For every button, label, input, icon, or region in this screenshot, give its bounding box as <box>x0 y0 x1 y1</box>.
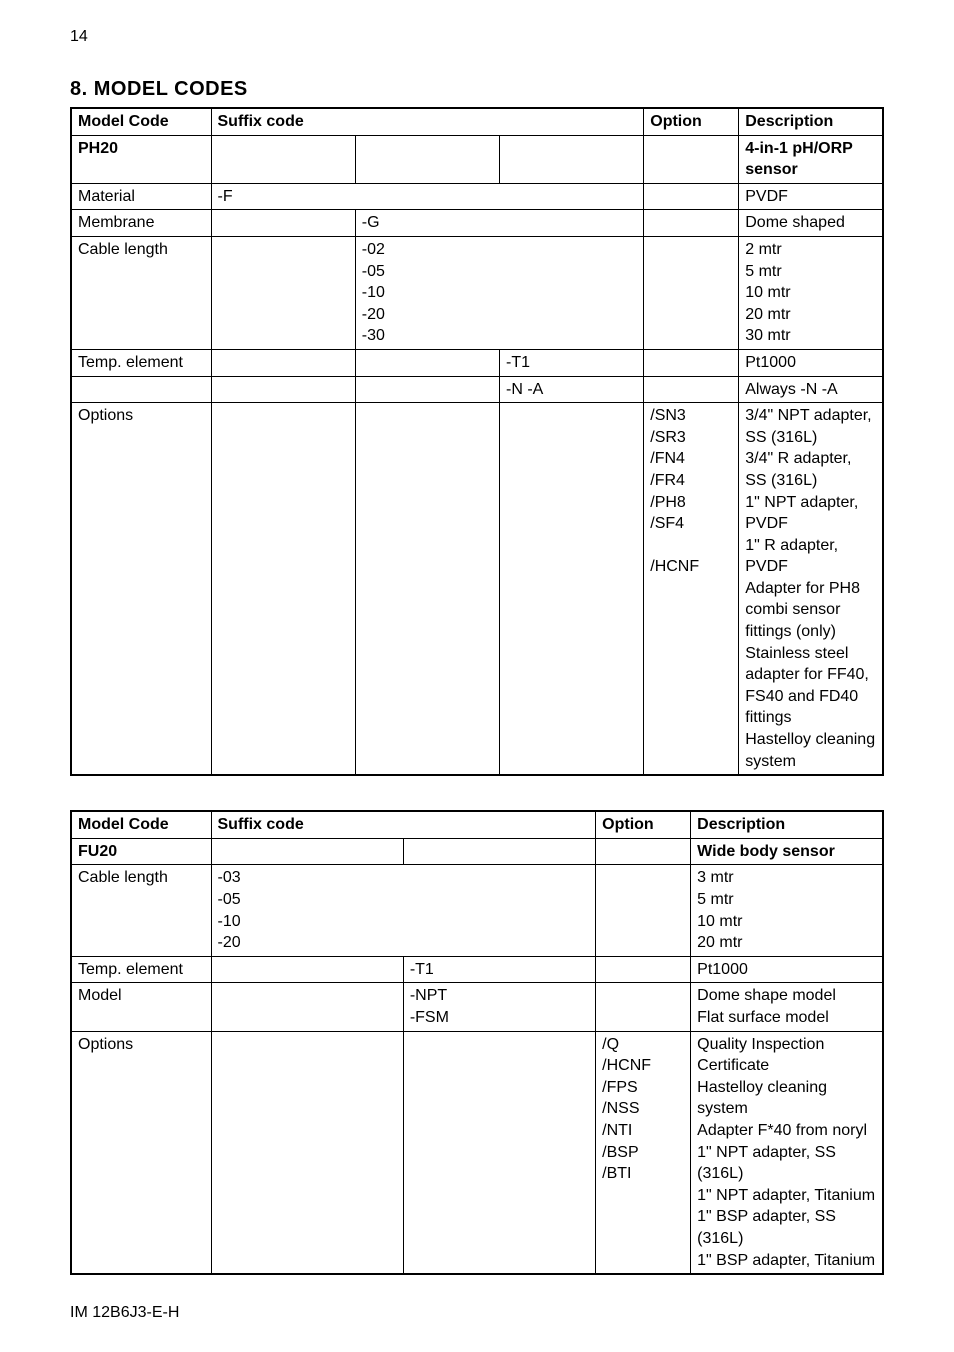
cell-empty <box>500 135 644 183</box>
cell-desc: 3/4" NPT adapter, SS (316L) 3/4" R adapt… <box>739 403 883 776</box>
header-option: Option <box>644 108 739 135</box>
row-temp: Temp. element -T1 Pt1000 <box>71 349 883 376</box>
cell-empty <box>211 1031 403 1274</box>
cell-label: Membrane <box>71 210 211 237</box>
section-title: 8. MODEL CODES <box>70 78 884 101</box>
row-na: -N -A Always -N -A <box>71 376 883 403</box>
cell-empty <box>644 135 739 183</box>
cell-empty <box>596 838 691 865</box>
cell-empty <box>211 983 403 1031</box>
footer: IM 12B6J3-E-H <box>70 1304 179 1322</box>
cell-empty <box>355 376 499 403</box>
cell-suffix: -NPT -FSM <box>403 983 595 1031</box>
cell-empty <box>644 349 739 376</box>
cell-empty <box>403 838 595 865</box>
cell-desc: Dome shape model Flat surface model <box>691 983 883 1031</box>
cell-desc: 3 mtr 5 mtr 10 mtr 20 mtr <box>691 865 883 956</box>
row-cable: Cable length -02 -05 -10 -20 -30 2 mtr 5… <box>71 236 883 349</box>
cell-empty <box>211 135 355 183</box>
cell-empty <box>596 956 691 983</box>
cell-suffix: -03 -05 -10 -20 <box>211 865 596 956</box>
row-options: Options /Q /HCNF /FPS /NSS /NTI /BSP /BT… <box>71 1031 883 1274</box>
row-ph20: PH20 4-in-1 pH/ORP sensor <box>71 135 883 183</box>
cell-empty <box>596 983 691 1031</box>
cell-empty <box>644 210 739 237</box>
header-option: Option <box>596 811 691 838</box>
cell-desc: Pt1000 <box>739 349 883 376</box>
cell-empty <box>71 376 211 403</box>
cell-empty <box>500 403 644 776</box>
header-description: Description <box>691 811 883 838</box>
header-model-code: Model Code <box>71 811 211 838</box>
page-number: 14 <box>70 28 88 46</box>
model-codes-table-fu20: Model Code Suffix code Option Descriptio… <box>70 810 884 1275</box>
cell-empty <box>644 376 739 403</box>
row-options: Options /SN3 /SR3 /FN4 /FR4 /PH8 /SF4 /H… <box>71 403 883 776</box>
cell-label: Temp. element <box>71 349 211 376</box>
header-suffix-code: Suffix code <box>211 108 644 135</box>
cell-empty <box>211 236 355 349</box>
cell-desc: PVDF <box>739 183 883 210</box>
cell-empty <box>211 349 355 376</box>
cell-suffix: -T1 <box>500 349 644 376</box>
cell-desc: Pt1000 <box>691 956 883 983</box>
cell-suffix: -T1 <box>403 956 595 983</box>
row-material: Material -F PVDF <box>71 183 883 210</box>
model-codes-table-ph20: Model Code Suffix code Option Descriptio… <box>70 107 884 776</box>
row-temp: Temp. element -T1 Pt1000 <box>71 956 883 983</box>
cell-empty <box>211 210 355 237</box>
cell-code: FU20 <box>71 838 211 865</box>
cell-desc: 2 mtr 5 mtr 10 mtr 20 mtr 30 mtr <box>739 236 883 349</box>
cell-suffix: -N -A <box>500 376 644 403</box>
cell-desc: Wide body sensor <box>691 838 883 865</box>
cell-desc: Always -N -A <box>739 376 883 403</box>
cell-empty <box>211 403 355 776</box>
cell-empty <box>403 1031 595 1274</box>
header-model-code: Model Code <box>71 108 211 135</box>
cell-empty <box>355 349 499 376</box>
cell-empty <box>355 135 499 183</box>
row-fu20: FU20 Wide body sensor <box>71 838 883 865</box>
cell-empty <box>644 236 739 349</box>
cell-empty <box>211 838 403 865</box>
cell-suffix: -F <box>211 183 644 210</box>
cell-suffix: -02 -05 -10 -20 -30 <box>355 236 644 349</box>
row-cable: Cable length -03 -05 -10 -20 3 mtr 5 mtr… <box>71 865 883 956</box>
cell-empty <box>596 865 691 956</box>
header-description: Description <box>739 108 883 135</box>
cell-label: Temp. element <box>71 956 211 983</box>
row-membrane: Membrane -G Dome shaped <box>71 210 883 237</box>
row-model: Model -NPT -FSM Dome shape model Flat su… <box>71 983 883 1031</box>
cell-empty <box>211 376 355 403</box>
cell-suffix: -G <box>355 210 644 237</box>
cell-empty <box>211 956 403 983</box>
cell-label: Material <box>71 183 211 210</box>
cell-option: /SN3 /SR3 /FN4 /FR4 /PH8 /SF4 /HCNF <box>644 403 739 776</box>
cell-desc: Dome shaped <box>739 210 883 237</box>
cell-label: Options <box>71 403 211 776</box>
header-row: Model Code Suffix code Option Descriptio… <box>71 108 883 135</box>
cell-empty <box>355 403 499 776</box>
cell-empty <box>644 183 739 210</box>
cell-desc: Quality Inspection Certificate Hastelloy… <box>691 1031 883 1274</box>
header-suffix-code: Suffix code <box>211 811 596 838</box>
cell-label: Options <box>71 1031 211 1274</box>
cell-code: PH20 <box>71 135 211 183</box>
cell-label: Cable length <box>71 865 211 956</box>
cell-option: /Q /HCNF /FPS /NSS /NTI /BSP /BTI <box>596 1031 691 1274</box>
cell-label: Cable length <box>71 236 211 349</box>
cell-label: Model <box>71 983 211 1031</box>
header-row: Model Code Suffix code Option Descriptio… <box>71 811 883 838</box>
cell-desc: 4-in-1 pH/ORP sensor <box>739 135 883 183</box>
